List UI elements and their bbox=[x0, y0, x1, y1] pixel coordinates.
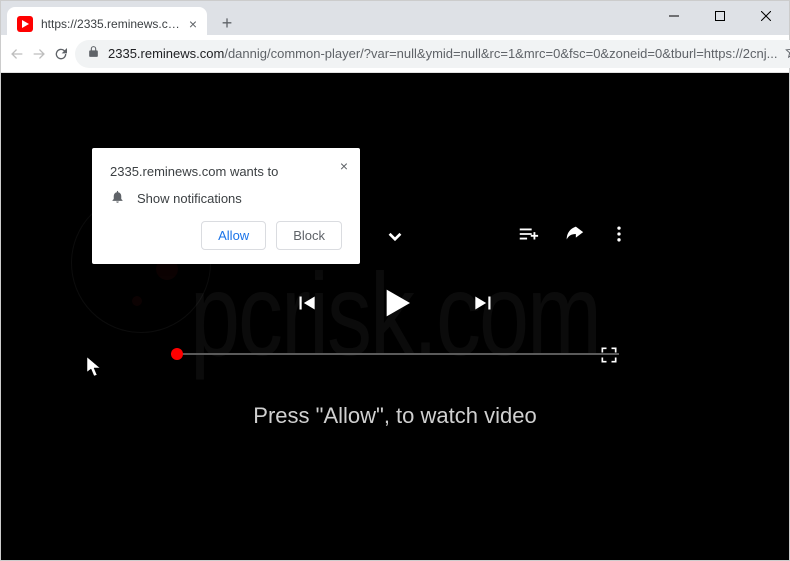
notification-title: 2335.reminews.com wants to bbox=[110, 164, 342, 179]
reload-button[interactable] bbox=[53, 40, 69, 68]
cta-text: Press "Allow", to watch video bbox=[1, 403, 789, 429]
allow-button[interactable]: Allow bbox=[201, 221, 266, 250]
back-button[interactable] bbox=[9, 40, 25, 68]
address-bar: 2335.reminews.com/dannig/common-player/?… bbox=[1, 35, 789, 73]
minimize-button[interactable] bbox=[651, 1, 697, 31]
close-icon[interactable]: × bbox=[340, 158, 348, 174]
progress-thumb[interactable] bbox=[171, 348, 183, 360]
playlist-add-icon[interactable] bbox=[517, 223, 539, 245]
block-button[interactable]: Block bbox=[276, 221, 342, 250]
tab-close-icon[interactable]: × bbox=[189, 16, 197, 32]
video-player: Press "Allow", to watch video bbox=[1, 73, 789, 560]
close-window-button[interactable] bbox=[743, 1, 789, 31]
playback-controls bbox=[1, 283, 789, 323]
maximize-button[interactable] bbox=[697, 1, 743, 31]
browser-window: https://2335.reminews.com/dann × + 2335.… bbox=[0, 0, 790, 561]
page-content: pcrisk.com Press "Allow", to bbox=[1, 73, 789, 560]
bookmark-star-icon[interactable] bbox=[785, 44, 790, 64]
titlebar: https://2335.reminews.com/dann × + bbox=[1, 1, 789, 35]
share-icon[interactable] bbox=[563, 223, 585, 245]
new-tab-button[interactable]: + bbox=[213, 9, 241, 37]
window-controls bbox=[651, 1, 789, 31]
fullscreen-icon[interactable] bbox=[599, 345, 619, 365]
lock-icon bbox=[87, 45, 100, 63]
play-button[interactable] bbox=[375, 283, 415, 323]
notification-body: Show notifications bbox=[110, 189, 342, 207]
forward-button[interactable] bbox=[31, 40, 47, 68]
notification-buttons: Allow Block bbox=[110, 221, 342, 250]
notification-permission-popup: × 2335.reminews.com wants to Show notifi… bbox=[92, 148, 360, 264]
youtube-icon bbox=[17, 16, 33, 32]
url-input[interactable]: 2335.reminews.com/dannig/common-player/?… bbox=[75, 40, 790, 68]
url-text: 2335.reminews.com/dannig/common-player/?… bbox=[108, 46, 777, 61]
tab-title: https://2335.reminews.com/dann bbox=[41, 17, 181, 31]
progress-bar[interactable] bbox=[171, 353, 619, 355]
notification-body-text: Show notifications bbox=[137, 191, 242, 206]
previous-track-icon[interactable] bbox=[293, 290, 319, 316]
next-track-icon[interactable] bbox=[471, 290, 497, 316]
player-top-actions bbox=[517, 223, 629, 245]
chevron-down-icon[interactable] bbox=[382, 223, 408, 249]
bell-icon bbox=[110, 189, 125, 207]
more-vertical-icon[interactable] bbox=[609, 223, 629, 245]
